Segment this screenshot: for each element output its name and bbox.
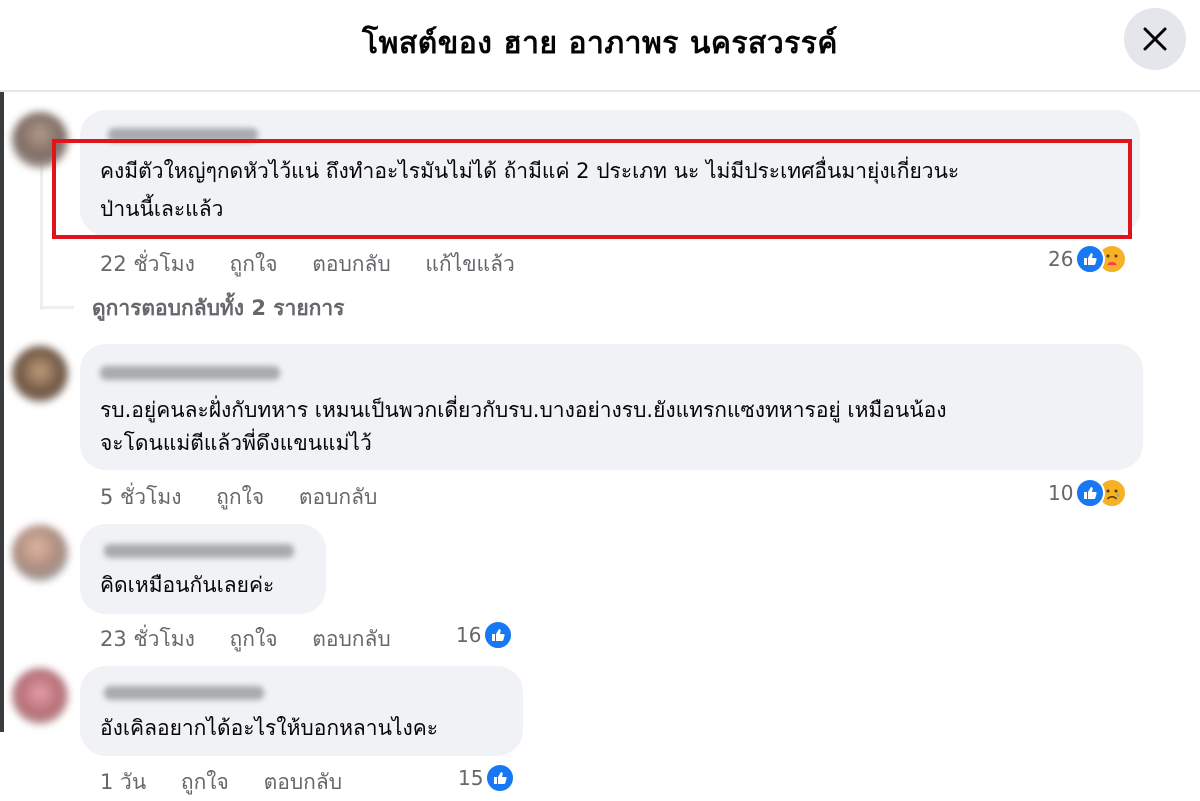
like-button[interactable]: ถูกใจ xyxy=(181,770,229,794)
close-button[interactable] xyxy=(1124,8,1186,70)
comment-actions: 23 ชั่วโมง ถูกใจ ตอบกลับ xyxy=(100,623,419,656)
comment-text-line: รบ.อยู่คนละฝั่งกับทหาร เหมนเป็นพวกเดี่ยว… xyxy=(100,398,947,422)
reaction-summary[interactable]: 16 xyxy=(456,620,514,650)
reaction-summary[interactable]: 26 xyxy=(1048,244,1128,274)
post-header: โพสต์ของ ฮาย อาภาพร นครสวรรค์ xyxy=(0,0,1200,90)
like-button[interactable]: ถูกใจ xyxy=(216,485,264,509)
comment-actions: 22 ชั่วโมง ถูกใจ ตอบกลับ แก้ไขแล้ว xyxy=(100,248,543,281)
reply-thread-branch xyxy=(40,306,74,309)
view-replies-link[interactable]: ดูการตอบกลับทั้ง 2 รายการ xyxy=(92,292,344,325)
reply-button[interactable]: ตอบกลับ xyxy=(299,485,378,509)
reaction-summary[interactable]: 15 xyxy=(458,763,516,793)
comment-text-line: จะโดนแม่ตีแล้วพี่ดึงแขนแม่ไว้ xyxy=(100,431,372,455)
like-button[interactable]: ถูกใจ xyxy=(230,252,278,276)
like-button[interactable]: ถูกใจ xyxy=(230,627,278,651)
reply-button[interactable]: ตอบกลับ xyxy=(264,770,343,794)
edited-label: แก้ไขแล้ว xyxy=(425,252,515,276)
reaction-count: 16 xyxy=(456,623,482,647)
comment-actions: 1 วัน ถูกใจ ตอบกลับ xyxy=(100,766,370,799)
like-icon xyxy=(485,763,516,793)
reaction-summary[interactable]: 10 xyxy=(1048,478,1128,508)
comment-actions: 5 ชั่วโมง ถูกใจ ตอบกลับ xyxy=(100,481,405,514)
reaction-count: 15 xyxy=(458,766,484,790)
author-name-blurred[interactable] xyxy=(100,366,280,380)
reaction-count: 10 xyxy=(1048,481,1074,505)
reply-button[interactable]: ตอบกลับ xyxy=(312,627,391,651)
comment-text-line: คิดเหมือนกันเลยค่ะ xyxy=(100,573,275,597)
page-title: โพสต์ของ ฮาย อาภาพร นครสวรรค์ xyxy=(362,26,838,61)
avatar[interactable] xyxy=(12,346,68,402)
reaction-count: 26 xyxy=(1048,247,1074,271)
header-divider xyxy=(0,90,1200,92)
like-icon xyxy=(483,620,514,650)
comment-time[interactable]: 1 วัน xyxy=(100,770,146,794)
comment-time[interactable]: 23 ชั่วโมง xyxy=(100,627,195,651)
close-icon xyxy=(1143,27,1167,51)
scroll-edge xyxy=(0,92,4,732)
author-name-blurred[interactable] xyxy=(104,686,264,700)
avatar[interactable] xyxy=(12,525,68,581)
author-name-blurred[interactable] xyxy=(104,544,294,558)
comment-text-line: อังเคิลอยากได้อะไรให้บอกหลานไงคะ xyxy=(100,716,439,740)
reply-button[interactable]: ตอบกลับ xyxy=(312,252,391,276)
comment-time[interactable]: 5 ชั่วโมง xyxy=(100,485,181,509)
highlight-box xyxy=(52,139,1132,239)
avatar[interactable] xyxy=(12,668,68,724)
comment-time[interactable]: 22 ชั่วโมง xyxy=(100,252,195,276)
